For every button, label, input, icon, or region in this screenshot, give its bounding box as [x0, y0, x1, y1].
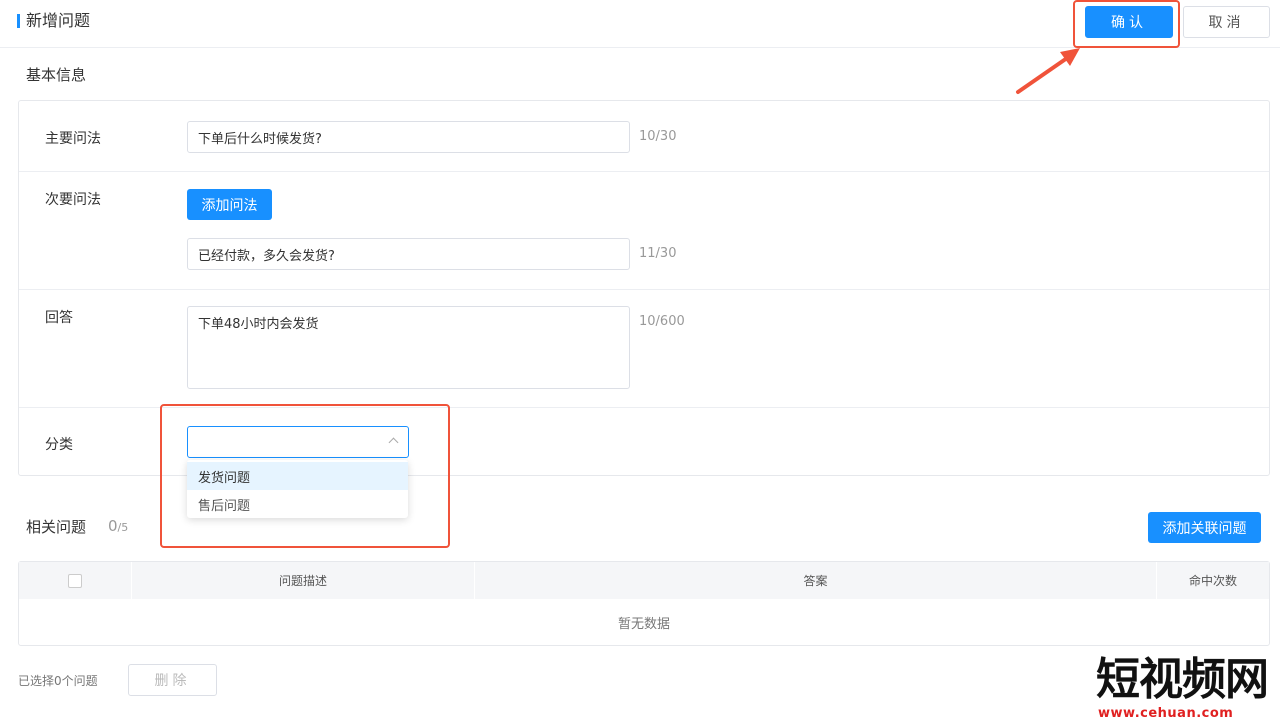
- add-related-question-button[interactable]: 添加关联问题: [1148, 512, 1261, 543]
- cancel-button[interactable]: 取消: [1183, 6, 1270, 38]
- basic-info-title: 基本信息: [26, 66, 87, 84]
- page-header: 新增问题 确认 取消: [0, 0, 1280, 48]
- related-count: 0/5: [108, 517, 128, 535]
- delete-button[interactable]: 删除: [128, 664, 217, 696]
- related-count-max: /5: [117, 521, 129, 534]
- related-questions-title: 相关问题: [26, 518, 87, 536]
- pointer-arrow-icon: [1016, 48, 1080, 94]
- main-question-row: 主要问法 下单后什么时候发货? 10/30: [19, 101, 1269, 172]
- related-count-value: 0: [108, 517, 118, 535]
- category-option[interactable]: 发货问题: [187, 462, 408, 490]
- secondary-question-input[interactable]: 已经付款，多久会发货?: [187, 238, 630, 270]
- answer-textarea[interactable]: 下单48小时内会发货: [187, 306, 630, 389]
- chevron-up-icon: [388, 437, 399, 448]
- category-dropdown: 发货问题 售后问题: [187, 460, 408, 518]
- watermark-main-text: 短视频网: [1096, 654, 1269, 705]
- select-all-checkbox[interactable]: [68, 573, 82, 588]
- main-question-counter: 10/30: [639, 129, 677, 144]
- answer-label: 回答: [45, 310, 73, 326]
- category-option[interactable]: 售后问题: [187, 490, 408, 518]
- secondary-question-counter: 11/30: [639, 246, 677, 261]
- answer-counter: 10/600: [639, 314, 685, 329]
- selected-count-text: 已选择0个问题: [18, 674, 98, 688]
- column-header-question: 问题描述: [132, 562, 475, 599]
- secondary-question-label: 次要问法: [45, 192, 101, 208]
- related-questions-table: 问题描述 答案 命中次数 暂无数据: [18, 561, 1270, 646]
- main-question-label: 主要问法: [45, 131, 101, 147]
- site-watermark: 短视频网 www.cehuan.com: [1096, 652, 1280, 724]
- title-accent-bar: [17, 14, 20, 28]
- page-title: 新增问题: [26, 11, 91, 30]
- table-header: 问题描述 答案 命中次数: [19, 562, 1269, 599]
- add-phrasing-button[interactable]: 添加问法: [187, 189, 272, 220]
- main-question-input[interactable]: 下单后什么时候发货?: [187, 121, 630, 153]
- category-label: 分类: [45, 437, 73, 453]
- confirm-button[interactable]: 确认: [1085, 6, 1173, 38]
- column-header-hits: 命中次数: [1188, 574, 1237, 588]
- watermark-url-text: www.cehuan.com: [1098, 706, 1234, 721]
- secondary-question-row: 次要问法 添加问法 已经付款，多久会发货? 11/30: [19, 172, 1269, 290]
- category-select[interactable]: [187, 426, 409, 458]
- column-header-answer: 答案: [475, 562, 1157, 599]
- table-empty-text: 暂无数据: [617, 616, 670, 632]
- select-all-cell: [19, 562, 132, 599]
- answer-row: 回答 下单48小时内会发货 10/600: [19, 290, 1269, 408]
- basic-info-form: 主要问法 下单后什么时候发货? 10/30 次要问法 添加问法 已经付款，多久会…: [18, 100, 1270, 476]
